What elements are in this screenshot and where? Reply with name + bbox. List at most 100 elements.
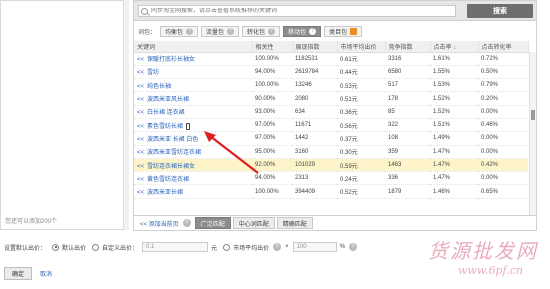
percent-input[interactable]: 100 <box>292 242 337 252</box>
add-keyword-icon[interactable]: << <box>137 150 144 156</box>
default-bid-radio[interactable] <box>52 243 60 251</box>
keyword-text[interactable]: 纯色长袖 <box>147 84 171 90</box>
help-icon[interactable]: ? <box>268 27 276 35</box>
cell-cvr: 0.00% <box>478 131 528 146</box>
col-cvr[interactable]: 点击转化率 <box>478 41 529 53</box>
col-relevance[interactable]: 相关性 <box>252 41 293 53</box>
chip-label: 移动包 <box>288 29 307 36</box>
help-icon[interactable]: ? <box>348 243 357 251</box>
keyword-text[interactable]: 白长裙 连衣裙 <box>147 110 185 116</box>
add-keyword-icon[interactable]: << <box>137 190 144 196</box>
search-field[interactable] <box>138 5 456 17</box>
add-keyword-icon[interactable]: << <box>137 97 144 103</box>
scrollbar-thumb[interactable] <box>531 110 535 120</box>
keyword-text[interactable]: 黄色雪纺连衣裙 <box>147 177 189 183</box>
keyword-text[interactable]: 波西米亚风长裙 <box>147 97 189 103</box>
table-row[interactable]: << 纯色长袖 100.00% 13246 0.53元 517 1.53% 0.79% <box>134 78 528 93</box>
keyword-cell[interactable]: << 黄色雪纺连衣裙 <box>134 171 252 186</box>
keyword-cell[interactable]: << 白长裙 连衣裙 <box>134 105 252 119</box>
keyword-cell[interactable]: << 保暖打底衫长袖女 <box>134 52 252 66</box>
col-ctr[interactable]: 点击率 ↓ <box>430 41 479 53</box>
col-avg-bid[interactable]: 市场平均出价 <box>337 41 386 53</box>
keyword-text[interactable]: 保暖打底衫长袖女 <box>147 57 195 63</box>
cell-relevance: 100.00% <box>252 52 292 66</box>
table-scrollbar[interactable] <box>529 52 536 215</box>
cell-ctr: 1.47% <box>430 171 478 186</box>
cell-ctr: 1.52% <box>430 91 478 106</box>
col-competition[interactable]: 竞争指数 <box>385 41 431 53</box>
chip-traffic[interactable]: 流量包 ? <box>201 25 240 37</box>
table-row[interactable]: << 波西米亚 长裙 白色 97.00% 1442 0.37元 108 1.49% 0.00% <box>134 131 528 146</box>
keyword-cell[interactable]: << 波西米亚 长裙 白色 <box>134 131 252 146</box>
watermark-title: 货源批发网 <box>428 239 538 263</box>
cell-relevance: 97.00% <box>252 118 292 133</box>
cell-avg-bid: 0.56元 <box>337 118 385 133</box>
help-icon[interactable]: ? <box>309 27 317 35</box>
chip-category[interactable]: 类目包 <box>324 25 363 37</box>
market-avg-radio[interactable] <box>223 243 231 251</box>
custom-bid-radio[interactable] <box>92 243 100 251</box>
keyword-cell[interactable]: << 波西米亚长裙 <box>134 184 252 199</box>
add-keyword-icon[interactable]: << <box>137 177 144 183</box>
add-keyword-icon[interactable]: << <box>137 110 144 116</box>
keyword-text[interactable]: 素色雪纺长裙 <box>147 124 183 130</box>
keyword-cell[interactable]: << 波西米亚雪纺连衣裙 <box>134 145 252 159</box>
keyword-cell[interactable]: << 雪纺连衣裙长裙女 <box>134 158 252 173</box>
chip-balanced[interactable]: 均衡包 ? <box>160 25 199 37</box>
cell-ctr: 1.55% <box>430 65 478 80</box>
multiply-sign: × <box>285 244 289 250</box>
keyword-text[interactable]: 雪纺连衣裙长裙女 <box>147 164 195 170</box>
keyword-cell[interactable]: << 纯色长袖 <box>134 78 252 93</box>
table-row[interactable]: << 素色雪纺长裙 97.00% 11671 0.56元 322 1.51% 0.46% <box>134 118 528 133</box>
table-row[interactable]: << 雪纺连衣裙长裙女 92.00% 101029 0.59元 1463 1.47% 0.42… <box>134 158 528 173</box>
filter-label: 词包： <box>138 29 157 36</box>
cell-cvr: 0.79% <box>478 78 528 93</box>
search-button[interactable]: 搜索 <box>467 4 533 18</box>
add-keyword-icon[interactable]: << <box>137 57 144 63</box>
help-icon[interactable]: ? <box>227 27 235 35</box>
keyword-cell[interactable]: << 素色雪纺长裙 <box>134 118 252 133</box>
chip-mobile[interactable]: 移动包 ? <box>283 25 322 37</box>
keyword-text[interactable]: 波西米亚雪纺连衣裙 <box>147 150 201 156</box>
confirm-button[interactable]: 确定 <box>4 266 32 280</box>
help-icon[interactable]: ? <box>182 219 191 227</box>
table-row[interactable]: << 黄色雪纺连衣裙 94.00% 2313 0.24元 336 1.47% 0.00% <box>134 171 528 186</box>
col-impressions[interactable]: 展现指数 <box>292 41 338 53</box>
tab-broad-match[interactable]: 广泛匹配 <box>194 217 231 229</box>
cell-relevance: 93.00% <box>252 105 292 119</box>
cancel-link[interactable]: 取消 <box>40 269 52 278</box>
keyword-text[interactable]: 波西米亚 长裙 白色 <box>147 137 198 143</box>
custom-bid-input[interactable]: 0.1 <box>142 242 209 252</box>
chip-conversion[interactable]: 转化包 ? <box>242 25 281 37</box>
help-icon[interactable]: ? <box>186 27 194 35</box>
help-icon[interactable]: ? <box>273 243 282 251</box>
add-keyword-icon[interactable]: << <box>137 70 144 76</box>
add-keyword-icon[interactable]: << <box>137 84 144 90</box>
table-row[interactable]: << 波西米亚雪纺连衣裙 95.00% 3160 0.30元 359 1.47% 0.00% <box>134 145 528 159</box>
table-row[interactable]: << 波西米亚风长裙 90.00% 2080 0.51元 178 1.52% 0.20% <box>134 91 528 106</box>
add-keyword-icon[interactable]: << <box>137 137 144 143</box>
table-row[interactable]: << 白长裙 连衣裙 93.00% 634 0.36元 85 1.52% 0.00% <box>134 105 528 119</box>
cell-avg-bid: 0.51元 <box>337 91 385 106</box>
add-current-page-link[interactable]: << 添加当前页 <box>140 219 179 228</box>
tab-exact-match[interactable]: 精确匹配 <box>276 217 313 229</box>
table-row[interactable]: << 雪纺 94.00% 2619784 0.44元 6580 1.55% 0.50% <box>134 65 528 80</box>
keyword-text[interactable]: 雪纺 <box>147 70 159 76</box>
keyword-cell[interactable]: << 波西米亚风长裙 <box>134 91 252 106</box>
keyword-text[interactable]: 波西米亚长裙 <box>147 190 183 196</box>
add-keyword-icon[interactable]: << <box>137 164 144 170</box>
cell-cvr: 0.42% <box>478 158 528 173</box>
col-keyword[interactable]: 关键词 <box>134 41 253 53</box>
cell-ctr: 1.47% <box>430 145 478 159</box>
cell-ctr: 1.53% <box>430 78 478 93</box>
table-row[interactable]: << 波西米亚长裙 100.00% 394409 0.52元 1879 1.46% 0.65% <box>134 184 528 199</box>
keyword-recommendation-panel: 搜索 词包： 均衡包 ? 流量包 ? 转化包 ? 移动包 ? 类目包 <box>133 0 537 231</box>
tab-central-match[interactable]: 中心词匹配 <box>232 217 275 229</box>
add-keyword-icon[interactable]: << <box>137 124 144 130</box>
left-panel-scrollbar[interactable] <box>123 0 129 230</box>
search-input[interactable] <box>151 8 451 14</box>
sort-desc-icon: ↓ <box>453 44 457 51</box>
keyword-cell[interactable]: << 雪纺 <box>134 65 252 80</box>
cell-avg-bid: 0.44元 <box>337 65 385 80</box>
table-row[interactable]: << 保暖打底衫长袖女 100.00% 1182531 0.61元 3316 1.61% 0.… <box>134 52 528 66</box>
